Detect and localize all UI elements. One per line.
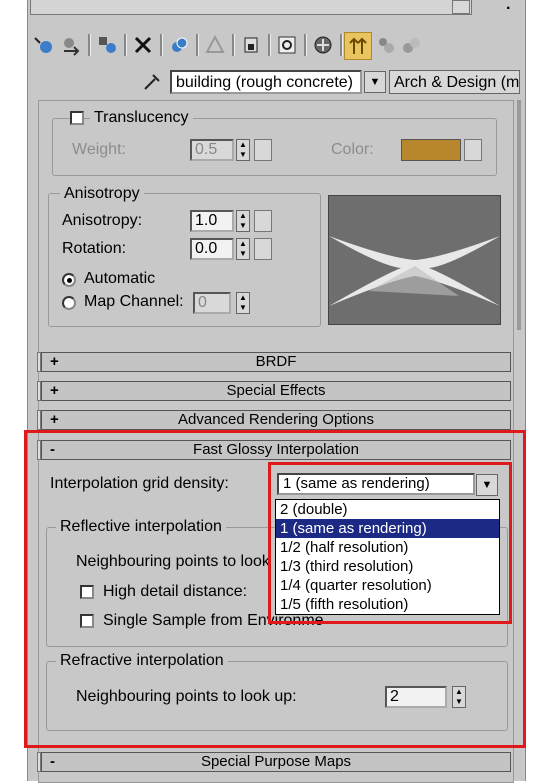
expand-plus-icon: + (50, 382, 59, 399)
expand-plus-icon: + (50, 353, 59, 370)
panel-scrollbar[interactable] (517, 100, 521, 330)
toolbar-separator (196, 34, 199, 56)
map-channel-spinner-arrows[interactable]: ▲ ▼ (236, 292, 250, 314)
weight-label: Weight: (72, 141, 126, 158)
anisotropy-highlight-shape (329, 236, 500, 306)
grid-density-option[interactable]: 1/4 (quarter resolution) (276, 576, 499, 595)
advanced-rendering-rollout[interactable]: + Advanced Rendering Options (41, 410, 511, 430)
grid-density-option[interactable]: 1 (same as rendering) (276, 519, 499, 538)
rotation-label: Rotation: (62, 240, 127, 257)
show-map-icon[interactable] (274, 32, 300, 58)
chevron-down-icon: ▼ (369, 76, 381, 88)
make-unique-icon[interactable] (166, 32, 192, 58)
material-effects-icon[interactable] (202, 32, 228, 58)
get-material-icon[interactable] (30, 32, 56, 58)
translucency-color-swatch[interactable] (401, 139, 461, 161)
grid-density-option[interactable]: 1/3 (third resolution) (276, 557, 499, 576)
translucency-checkbox[interactable] (70, 111, 84, 125)
special-purpose-maps-rollout[interactable]: - Special Purpose Maps (41, 752, 511, 772)
expand-plus-icon: + (50, 411, 59, 428)
weight-spinner[interactable]: 0.5 (190, 139, 234, 161)
material-toolbar (30, 26, 522, 62)
grid-density-option[interactable]: 2 (double) (276, 500, 499, 519)
rotation-spinner-arrows[interactable]: ▲ ▼ (236, 238, 250, 260)
toolbar-separator (124, 34, 127, 56)
automatic-label: Automatic (84, 270, 156, 287)
weight-map-button[interactable] (254, 139, 272, 161)
anisotropy-spinner-arrows[interactable]: ▲ ▼ (236, 210, 250, 232)
anisotropy-map-button[interactable] (254, 210, 272, 232)
brdf-rollout-title: BRDF (255, 353, 297, 370)
toolbar-separator (340, 34, 343, 56)
special-purpose-maps-rollout-title: Special Purpose Maps (200, 753, 352, 770)
color-map-button[interactable] (464, 139, 482, 161)
pick-material-icon[interactable] (398, 32, 424, 58)
corner-mark: · (506, 0, 512, 17)
toolbar-separator (232, 34, 235, 56)
show-end-result-icon[interactable] (310, 32, 336, 58)
map-channel-spinner[interactable]: 0 (193, 292, 231, 314)
toolbar-separator (304, 34, 307, 56)
map-channel-radio[interactable] (62, 296, 76, 310)
material-name-field[interactable]: building (rough concrete) (170, 70, 362, 94)
brdf-rollout[interactable]: + BRDF (41, 352, 511, 372)
translucency-label: Translucency (90, 109, 193, 127)
material-name-dropdown-button[interactable]: ▼ (364, 71, 386, 93)
special-effects-rollout[interactable]: + Special Effects (41, 381, 511, 401)
map-channel-label: Map Channel: (84, 293, 184, 310)
assign-material-icon[interactable] (58, 32, 84, 58)
weight-spinner-arrows[interactable]: ▲ ▼ (236, 139, 250, 161)
toolbar-separator (268, 34, 271, 56)
toolbar-separator (88, 34, 91, 56)
eyedropper-icon[interactable] (140, 70, 164, 94)
grid-density-option[interactable]: 1/2 (half resolution) (276, 538, 499, 557)
anisotropy-group-label: Anisotropy (60, 185, 144, 203)
top-scroll-button[interactable] (452, 0, 470, 14)
put-to-library-icon[interactable] (94, 32, 120, 58)
collapse-minus-icon: - (50, 753, 55, 770)
color-label: Color: (331, 141, 374, 158)
anisotropy-preview (328, 195, 501, 325)
toolbar-separator (160, 34, 163, 56)
special-effects-rollout-title: Special Effects (226, 382, 326, 399)
grid-density-option[interactable]: 1/5 (fifth resolution) (276, 595, 499, 614)
rotation-spinner[interactable]: 0.0 (190, 238, 234, 260)
top-scrollbar-strip[interactable] (30, 0, 472, 15)
anisotropy-label: Anisotropy: (62, 212, 143, 229)
delete-icon[interactable] (130, 32, 156, 58)
automatic-radio[interactable] (62, 273, 76, 287)
put-to-scene-icon[interactable] (238, 32, 264, 58)
advanced-rendering-rollout-title: Advanced Rendering Options (178, 411, 374, 428)
go-forward-icon[interactable] (372, 32, 398, 58)
grid-density-options-list[interactable]: 2 (double) 1 (same as rendering) 1/2 (half… (275, 499, 500, 615)
anisotropy-spinner[interactable]: 1.0 (190, 210, 234, 232)
rotation-map-button[interactable] (254, 238, 272, 260)
go-to-parent-icon[interactable] (344, 32, 372, 60)
material-type-button[interactable]: Arch & Design (mi) (389, 70, 520, 94)
